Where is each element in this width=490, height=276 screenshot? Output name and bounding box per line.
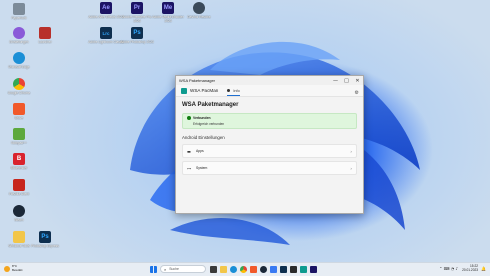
app-brand: WSA PacMan [181, 87, 219, 94]
settings-item-label: Apps [196, 149, 204, 153]
start-icon[interactable] [150, 265, 157, 273]
taskbar: 8°C Bewölkt ⌕ Suche ⌃ ⌨ ◔ ♪ 15:22 20.01.… [0, 262, 490, 276]
gear-icon[interactable]: ⚙ [355, 90, 359, 96]
desktop-icon-label: Bitdefender [10, 166, 28, 170]
desktop-icon-label: Steam [14, 218, 24, 222]
chevron-right-icon: › [350, 165, 352, 171]
app-brand-name: WSA PacMan [190, 88, 219, 93]
weather-desc: Bewölkt [12, 267, 23, 272]
media-encoder-icon: Me [162, 2, 174, 14]
recycle-bin-icon [13, 3, 25, 15]
status-message: Erfolgreich verbunden [193, 122, 225, 126]
bitdefender-icon: B [13, 153, 25, 165]
photoshop-icon: Ps [131, 27, 143, 39]
desktop-icon-label: Microsoft Edge [8, 65, 30, 69]
page-title: WSA Paketmanager [182, 102, 239, 108]
desktop-icon-bitdefender[interactable]: B Bitdefender [1, 153, 37, 171]
weather-widget[interactable]: 8°C Bewölkt [4, 264, 23, 272]
edge-icon [13, 52, 25, 64]
chevron-right-icon: › [350, 148, 352, 154]
taskbar-apps: ⌕ Suche [150, 265, 320, 273]
check-icon [187, 116, 191, 120]
tray-icons[interactable]: ⌃ ⌨ ◔ ♪ [439, 266, 458, 271]
notification-bell-icon[interactable]: 🔔 [481, 266, 486, 271]
minimize-button[interactable]: — [330, 76, 341, 85]
premiere-icon[interactable] [310, 265, 317, 273]
chrome-icon[interactable] [240, 265, 247, 273]
desktop-icon-label: Launcher [38, 40, 52, 44]
notepadpp-icon [13, 128, 25, 140]
file-explorer-icon[interactable] [220, 265, 227, 273]
wsa-pacman-icon[interactable] [300, 265, 307, 273]
settings-item-system[interactable]: ⊶ System › [182, 161, 357, 175]
taskbar-search[interactable]: ⌕ Suche [160, 265, 206, 273]
desktop-icon-label: Notepad++ [11, 141, 27, 145]
filezilla-icon [13, 179, 25, 191]
steam-icon [13, 205, 25, 217]
wsa-pacman-logo-icon [181, 87, 187, 94]
desktop: Papierkorb Einstellungen Microsoft Edge … [0, 0, 490, 262]
tools-folder-icon [13, 231, 25, 243]
chrome-icon [13, 78, 25, 90]
desktop-icon-notepadpp[interactable]: Notepad++ [1, 128, 37, 146]
search-placeholder: Suche [169, 267, 179, 271]
terminal-icon[interactable] [290, 265, 297, 273]
task-view-icon[interactable] [210, 265, 217, 273]
system-tray: ⌃ ⌨ ◔ ♪ 15:22 20.01.2023 🔔 [439, 264, 486, 273]
tab-info-label: Info [233, 88, 240, 93]
tab-info[interactable]: Info [227, 85, 240, 97]
photoshop-express-icon: Ps [39, 231, 51, 243]
main-content: WSA Paketmanager Verbunden Erfolgreich v… [176, 97, 363, 183]
settings-app-icon [13, 27, 25, 39]
close-button[interactable]: ✕ [352, 76, 363, 85]
edge-icon[interactable] [230, 265, 237, 273]
launcher-icon [39, 27, 51, 39]
desktop-icon-label: Einstellungen [9, 40, 29, 44]
photoshop-icon[interactable] [280, 265, 287, 273]
info-icon [227, 89, 231, 92]
desktop-icon-photoshop[interactable]: Ps Adobe Photoshop 2023 [119, 27, 155, 45]
desktop-icon-label: FileZilla Client [8, 192, 29, 196]
desktop-icon-label: Papierkorb [11, 16, 27, 20]
desktop-icon-steam[interactable]: Steam [1, 205, 37, 223]
desktop-icon-label: Photoshop Express [31, 244, 59, 248]
desktop-icon-label: Adobe Photoshop 2023 [120, 40, 154, 44]
desktop-icon-launcher[interactable]: Launcher [27, 27, 63, 45]
wsa-pacman-window: WSA Paketmanager — □ ✕ WSA PacMan Info ⚙… [175, 75, 364, 214]
desktop-icon-photoshop-express[interactable]: Ps Photoshop Express [27, 231, 63, 249]
desktop-icon-papierkorb[interactable]: Papierkorb [1, 3, 37, 21]
davinci-resolve-icon [193, 2, 205, 14]
desktop-icon-label: DaVinci Resolve [187, 15, 211, 19]
clock[interactable]: 15:22 20.01.2023 [462, 264, 479, 273]
desktop-icon-edge[interactable]: Microsoft Edge [1, 52, 37, 70]
status-title: Verbunden [193, 116, 211, 120]
settings-item-apps[interactable]: ▬ Apps › [182, 144, 357, 158]
window-title: WSA Paketmanager [179, 78, 216, 83]
store-icon[interactable] [270, 265, 277, 273]
search-icon: ⌕ [164, 266, 167, 272]
desktop-icon-brave[interactable]: Brave [1, 103, 37, 121]
tab-active-indicator [227, 94, 240, 96]
desktop-icon-label: Google Chrome [7, 91, 31, 95]
app-navigation: WSA PacMan Info [176, 85, 363, 97]
desktop-icon-filezilla[interactable]: FileZilla Client [1, 179, 37, 197]
system-icon: ⊶ [187, 165, 191, 171]
window-titlebar[interactable]: WSA Paketmanager — □ ✕ [176, 76, 363, 85]
desktop-icon-label: Brave [14, 116, 24, 120]
desktop-icon-chrome[interactable]: Google Chrome [1, 78, 37, 96]
weather-icon [4, 265, 10, 272]
clock-date: 20.01.2023 [462, 267, 479, 272]
lightroom-classic-icon: Lrc [100, 27, 112, 39]
settings-item-label: System [196, 166, 208, 170]
desktop-icon-davinci[interactable]: DaVinci Resolve [181, 2, 217, 20]
brave-icon[interactable] [250, 265, 257, 273]
after-effects-icon: Ae [100, 2, 112, 14]
section-heading: Android Einstellungen [182, 135, 225, 140]
steam-icon[interactable] [260, 265, 267, 273]
premiere-icon: Pr [131, 2, 143, 14]
maximize-button[interactable]: □ [341, 76, 352, 85]
connection-status-banner: Verbunden Erfolgreich verbunden [182, 113, 357, 129]
apps-icon: ▬ [187, 148, 191, 154]
brave-icon [13, 103, 25, 115]
